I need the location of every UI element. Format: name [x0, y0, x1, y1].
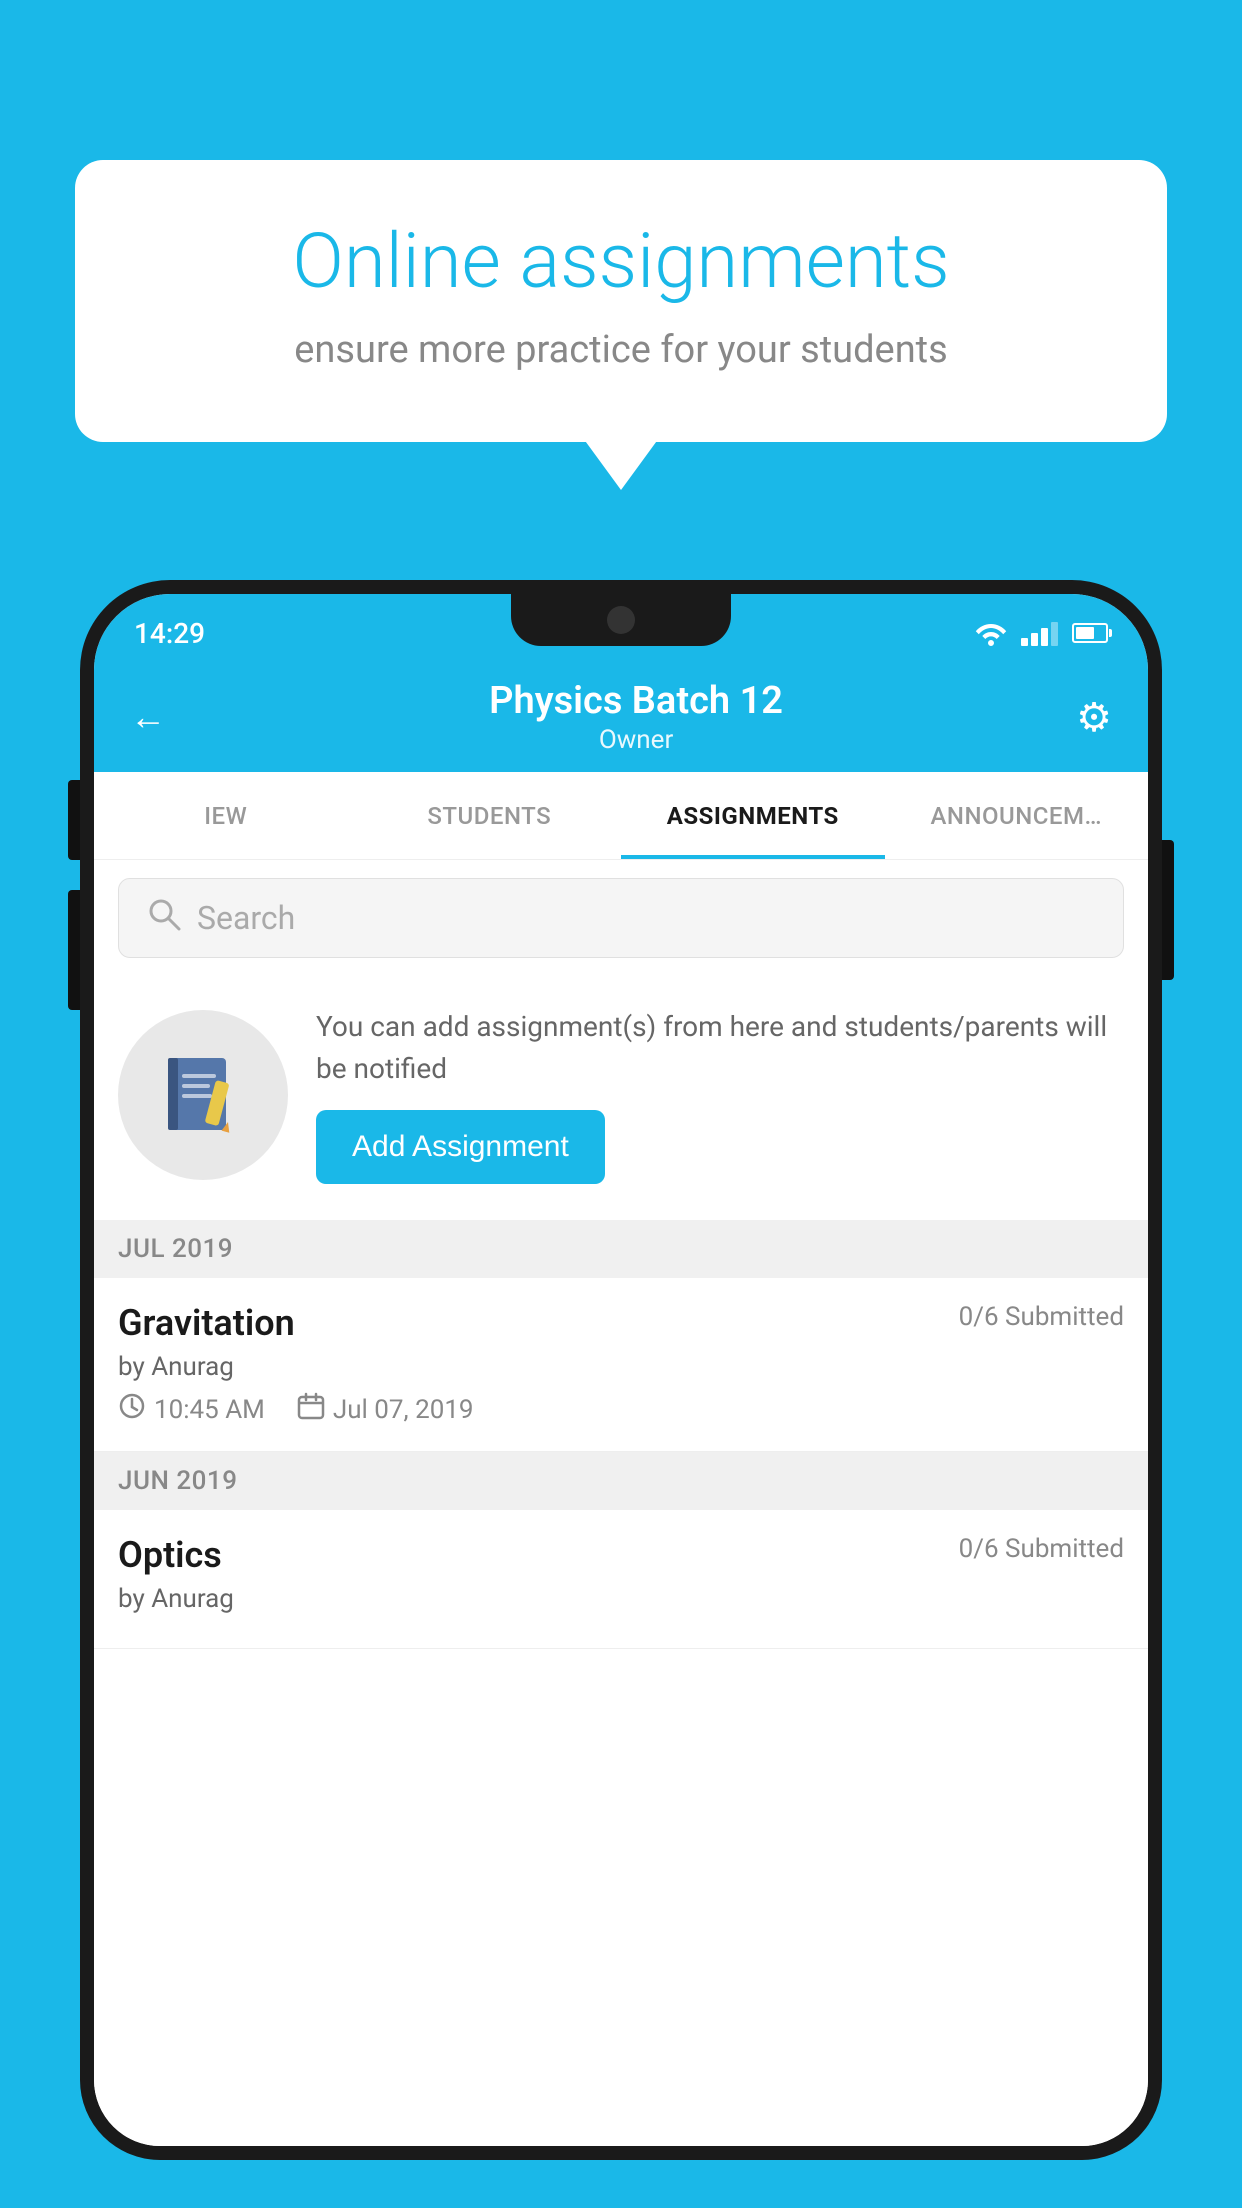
back-button[interactable]: ←: [130, 696, 166, 738]
volume-button-up: [68, 780, 80, 860]
front-camera: [607, 606, 635, 634]
assignment-top-row: Gravitation 0/6 Submitted: [118, 1302, 1124, 1344]
settings-button[interactable]: ⚙: [1076, 694, 1112, 741]
speech-bubble: Online assignments ensure more practice …: [75, 160, 1167, 442]
content-area: Search: [94, 860, 1148, 2146]
assignment-author-optics: by Anurag: [118, 1584, 1124, 1614]
speech-bubble-title: Online assignments: [145, 220, 1097, 304]
battery-icon: [1072, 623, 1108, 643]
search-bar[interactable]: Search: [118, 878, 1124, 958]
tab-announcements[interactable]: ANNOUNCEM…: [885, 772, 1149, 859]
search-container: Search: [94, 860, 1148, 976]
wifi-icon: [975, 620, 1007, 646]
add-assignment-button[interactable]: Add Assignment: [316, 1110, 605, 1184]
assignment-author: by Anurag: [118, 1352, 1124, 1382]
assignment-submitted: 0/6 Submitted: [959, 1302, 1124, 1332]
tabs-bar: IEW STUDENTS ASSIGNMENTS ANNOUNCEM…: [94, 772, 1148, 860]
assignment-date: Jul 07, 2019: [333, 1395, 474, 1425]
calendar-icon: [297, 1392, 325, 1427]
phone-notch: [511, 594, 731, 646]
tab-iew[interactable]: IEW: [94, 772, 358, 859]
header-title-group: Physics Batch 12 Owner: [196, 679, 1076, 755]
promo-text: You can add assignment(s) from here and …: [316, 1006, 1124, 1090]
assignment-time: 10:45 AM: [154, 1395, 265, 1425]
header-subtitle: Owner: [196, 725, 1076, 755]
promo-icon-circle: [118, 1010, 288, 1180]
meta-time: 10:45 AM: [118, 1392, 265, 1427]
speech-bubble-subtitle: ensure more practice for your students: [145, 328, 1097, 372]
phone-mockup: 14:29: [80, 580, 1162, 2208]
assignment-meta: 10:45 AM: [118, 1392, 1124, 1427]
speech-bubble-container: Online assignments ensure more practice …: [75, 160, 1167, 442]
notebook-icon: [158, 1050, 248, 1140]
section-header-jun: JUN 2019: [94, 1452, 1148, 1510]
tab-students[interactable]: STUDENTS: [358, 772, 622, 859]
status-time: 14:29: [134, 617, 205, 650]
tab-assignments[interactable]: ASSIGNMENTS: [621, 772, 885, 859]
clock-icon: [118, 1392, 146, 1427]
status-icons: [975, 620, 1108, 646]
assignment-item-gravitation[interactable]: Gravitation 0/6 Submitted by Anurag: [94, 1278, 1148, 1452]
signal-icon: [1021, 620, 1058, 646]
battery-fill: [1076, 627, 1094, 639]
assignment-item-optics[interactable]: Optics 0/6 Submitted by Anurag: [94, 1510, 1148, 1649]
promo-content: You can add assignment(s) from here and …: [316, 1006, 1124, 1184]
assignment-title: Gravitation: [118, 1302, 295, 1344]
power-button: [1162, 840, 1174, 980]
meta-date: Jul 07, 2019: [297, 1392, 474, 1427]
header-title: Physics Batch 12: [196, 679, 1076, 723]
section-header-jul: JUL 2019: [94, 1220, 1148, 1278]
promo-card: You can add assignment(s) from here and …: [94, 976, 1148, 1220]
phone-screen: 14:29: [94, 594, 1148, 2146]
volume-button-down: [68, 890, 80, 1010]
app-header: ← Physics Batch 12 Owner ⚙: [94, 662, 1148, 772]
assignment-submitted-optics: 0/6 Submitted: [959, 1534, 1124, 1564]
search-placeholder: Search: [197, 899, 295, 937]
search-icon: [147, 897, 181, 940]
assignment-title-optics: Optics: [118, 1534, 222, 1576]
assignment-top-row-optics: Optics 0/6 Submitted: [118, 1534, 1124, 1576]
